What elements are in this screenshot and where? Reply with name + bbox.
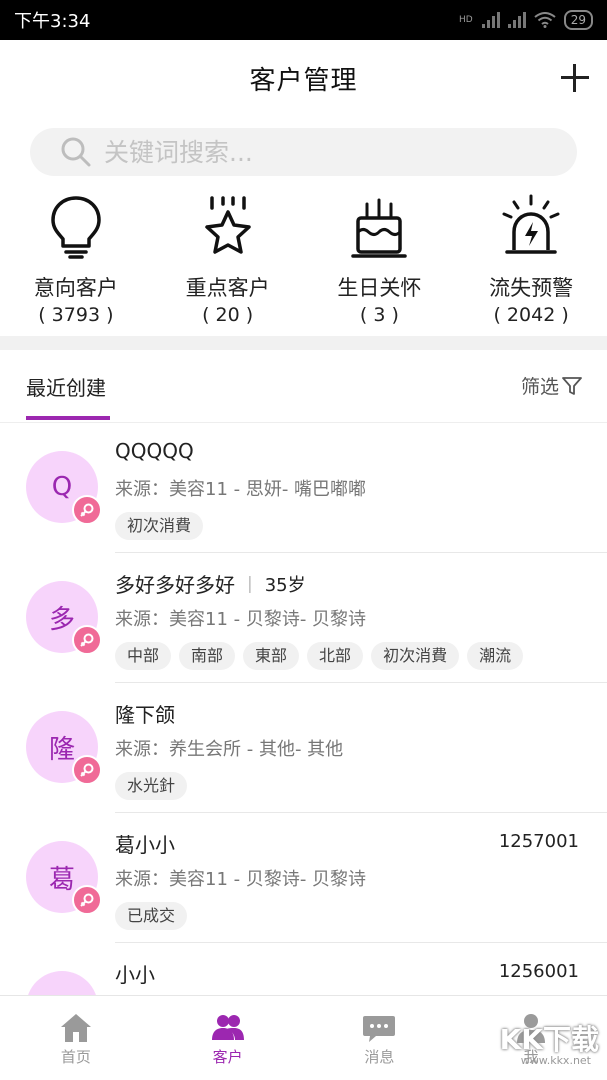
customer-source: 来源：美容11 - 贝黎诗- 贝黎诗 [115, 609, 367, 630]
female-icon [80, 893, 94, 907]
watermark-logo: KK下载 [499, 1023, 599, 1056]
app-header: 客户管理 [0, 40, 607, 120]
section-divider [0, 336, 607, 350]
category-key-customers[interactable]: 重点客户 ( 20 ) [152, 190, 304, 335]
category-label: 生日关怀 [337, 276, 422, 300]
customer-name-line: 葛小小 [115, 829, 175, 858]
active-tab-indicator [26, 416, 110, 420]
customer-tags: 初次消費 [115, 512, 204, 540]
nav-messages[interactable]: 消息 [304, 996, 456, 1080]
customer-number: 1256001 [498, 961, 579, 982]
nav-label: 首页 [60, 1048, 91, 1066]
customer-tag: 北部 [307, 642, 364, 670]
customer-list: Q QQQQQ 来源：美容11 - 思妍- 嘴巴嘟嘟 初次消費 多 多好多好多好… [0, 423, 607, 1073]
female-icon [80, 503, 94, 517]
female-icon [80, 763, 94, 777]
customer-row[interactable]: 葛 葛小小 1257001 来源：美容11 - 贝黎诗- 贝黎诗 已成交 [0, 813, 607, 943]
customer-name: 小小 [115, 963, 155, 987]
category-birthday-care[interactable]: 生日关怀 ( 3 ) [304, 190, 456, 335]
customer-name-line: 小小 [115, 959, 155, 988]
category-count: ( 2042 ) [493, 304, 569, 326]
customer-name: 多好多好多好 [115, 573, 235, 597]
category-label: 意向客户 [33, 276, 118, 300]
customer-tag: 已成交 [115, 902, 188, 930]
add-customer-button[interactable] [561, 64, 589, 92]
customer-tag: 水光針 [115, 772, 188, 800]
customer-row[interactable]: 隆 隆下颌 来源：养生会所 - 其他- 其他 水光針 [0, 683, 607, 813]
category-label: 重点客户 [185, 276, 270, 300]
lightbulb-icon [51, 196, 101, 259]
customer-source: 来源：美容11 - 思妍- 嘴巴嘟嘟 [115, 479, 367, 500]
category-label: 流失预警 [489, 276, 574, 300]
nav-label: 消息 [364, 1048, 395, 1066]
customer-management-screen: 下午3:34 HD 29 客户管理 关键词搜索... 意向客户 (3793)… [0, 0, 607, 1080]
customer-tags: 已成交 [115, 902, 188, 930]
nav-label: 客户 [212, 1048, 243, 1066]
tab-recently-created[interactable]: 最近创建 [26, 372, 106, 401]
customer-row[interactable]: 多 多好多好多好 | 35岁 来源：美容11 - 贝黎诗- 贝黎诗 中部 南部 … [0, 553, 607, 683]
list-tabs: 最近创建 筛选 [0, 350, 607, 423]
customer-number: 1257001 [498, 831, 579, 852]
cake-icon [351, 198, 408, 258]
customer-tags: 水光針 [115, 772, 188, 800]
nav-customers[interactable]: 客户 [152, 996, 304, 1080]
alarm-icon [502, 194, 560, 254]
category-intent-customers[interactable]: 意向客户 ( 3793 ) [0, 190, 152, 335]
battery-indicator: 29 [563, 10, 593, 30]
home-icon [60, 1014, 91, 1042]
filter-button[interactable]: 筛选 [521, 372, 583, 399]
wifi-icon [534, 12, 556, 28]
female-badge [72, 495, 102, 525]
watermark: KK下载 www.kkx.net [479, 1018, 599, 1078]
customer-name-line: QQQQQ [115, 439, 194, 463]
female-icon [80, 633, 94, 647]
watermark-url: www.kkx.net [520, 1054, 591, 1067]
customer-source: 来源：养生会所 - 其他- 其他 [115, 739, 344, 760]
search-bar[interactable] [30, 128, 577, 176]
female-badge [72, 755, 102, 785]
category-count: ( 20 ) [202, 304, 254, 326]
customer-name-line: 多好多好多好 | 35岁 [115, 569, 306, 598]
filter-label: 筛选 [520, 376, 559, 398]
customer-tag: 初次消費 [115, 512, 204, 540]
female-badge [72, 885, 102, 915]
search-icon [61, 137, 91, 167]
customer-name: 葛小小 [115, 833, 175, 857]
customer-age: 35岁 [264, 574, 306, 596]
category-count: ( 3793 ) [38, 304, 114, 326]
status-bar: 下午3:34 HD 29 [0, 0, 607, 40]
customer-tag: 中部 [115, 642, 172, 670]
customer-tag: 東部 [243, 642, 300, 670]
status-time: 下午3:34 [14, 11, 91, 32]
customer-name-line: 隆下颌 [115, 699, 175, 728]
page-title: 客户管理 [249, 66, 358, 96]
star-icon [204, 196, 251, 254]
customer-tag: 南部 [179, 642, 236, 670]
customer-name: 隆下颌 [115, 703, 175, 727]
nav-home[interactable]: 首页 [0, 996, 152, 1080]
signal-icon [481, 12, 500, 28]
customer-tag: 初次消費 [371, 642, 460, 670]
customer-row[interactable]: Q QQQQQ 来源：美容11 - 思妍- 嘴巴嘟嘟 初次消費 [0, 423, 607, 553]
customer-tags: 中部 南部 東部 北部 初次消費 潮流 [115, 642, 524, 670]
customer-source: 来源：美容11 - 贝黎诗- 贝黎诗 [115, 869, 367, 890]
search-input[interactable] [102, 136, 546, 168]
customer-name: QQQQQ [115, 439, 194, 463]
filter-icon [562, 376, 582, 395]
network-type-label: HD [459, 14, 473, 25]
customers-icon [211, 1015, 244, 1040]
category-count: ( 3 ) [359, 304, 399, 326]
name-age-separator: | [247, 573, 253, 594]
signal-2-icon [507, 12, 526, 28]
customer-tag: 潮流 [467, 642, 524, 670]
female-badge [72, 625, 102, 655]
customer-categories: 意向客户 ( 3793 ) 重点客户 ( 20 ) 生日关怀 (3) 流失预… [0, 190, 607, 335]
status-icons: HD 29 [459, 10, 593, 30]
category-churn-warning[interactable]: 流失预警 ( 2042 ) [455, 190, 607, 335]
message-icon [363, 1016, 396, 1042]
